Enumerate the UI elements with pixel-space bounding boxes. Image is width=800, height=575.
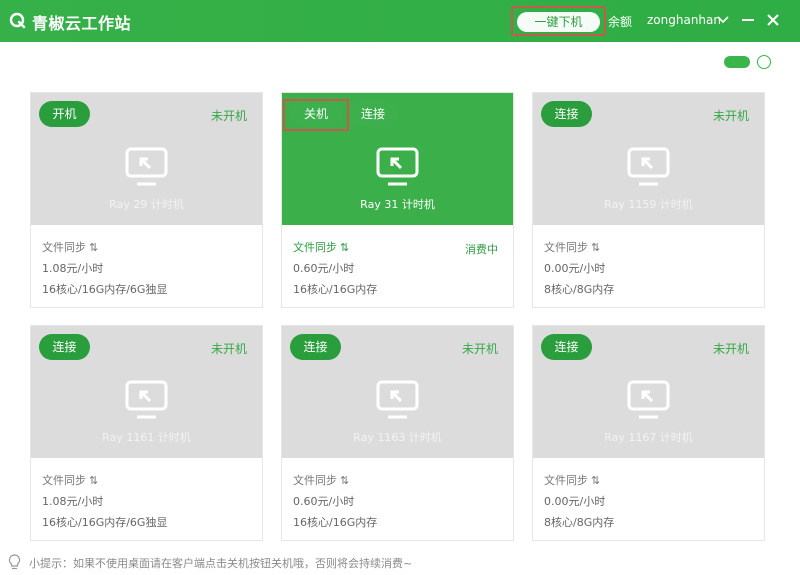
lightbulb-icon bbox=[8, 554, 21, 570]
minimize-icon[interactable] bbox=[740, 12, 756, 28]
machine-card: 连接 未开机 Ray 1161 计时机 文件同步 ⇅ 1.08元/小时 16核心/… bbox=[30, 325, 263, 541]
monitor-icon bbox=[125, 147, 168, 186]
card-info: 文件同步 ⇅ 0.00元/小时 8核心/8G内存 bbox=[544, 237, 755, 300]
connect-button[interactable]: 连接 bbox=[541, 101, 592, 127]
sync-arrows-icon: ⇅ bbox=[89, 474, 99, 487]
username-menu[interactable]: zonghanhan bbox=[647, 13, 721, 27]
connect-button[interactable]: 连接 bbox=[290, 334, 341, 360]
machine-card: 连接 未开机 Ray 1159 计时机 文件同步 ⇅ 0.00元/小时 8核心/8… bbox=[532, 92, 765, 308]
spec-text: 8核心/8G内存 bbox=[544, 516, 615, 529]
file-sync-row[interactable]: 文件同步 ⇅ bbox=[42, 470, 253, 491]
highlight-frame bbox=[283, 99, 349, 131]
connect-button[interactable]: 连接 bbox=[541, 334, 592, 360]
price-text: 0.00元/小时 bbox=[544, 262, 606, 275]
price-text: 1.08元/小时 bbox=[42, 262, 104, 275]
spec-text: 16核心/16G内存/6G独显 bbox=[42, 516, 168, 529]
sync-arrows-icon: ⇅ bbox=[340, 474, 350, 487]
balance-link[interactable]: 余额 bbox=[608, 13, 632, 30]
file-sync-row[interactable]: 文件同步 ⇅ bbox=[544, 237, 755, 258]
oneclick-highlight: 一键下机 bbox=[511, 6, 606, 36]
sync-arrows-icon: ⇅ bbox=[89, 241, 99, 254]
card-preview: 连接 未开机 Ray 1161 计时机 bbox=[31, 326, 262, 458]
monitor-icon bbox=[376, 380, 419, 419]
price-text: 0.60元/小时 bbox=[293, 262, 355, 275]
machine-name: Ray 1163 计时机 bbox=[353, 431, 442, 444]
card-preview: 开机 未开机 Ray 29 计时机 bbox=[31, 93, 262, 225]
view-toggle[interactable] bbox=[724, 56, 750, 68]
monitor-icon bbox=[627, 147, 670, 186]
sync-arrows-icon: ⇅ bbox=[340, 241, 350, 254]
card-info: 文件同步 ⇅ 0.60元/小时 16核心/16G内存 bbox=[293, 470, 504, 533]
card-info: 文件同步 ⇅ 0.00元/小时 8核心/8G内存 bbox=[544, 470, 755, 533]
machine-name: Ray 1167 计时机 bbox=[604, 431, 693, 444]
spec-text: 16核心/16G内存 bbox=[293, 283, 378, 296]
machine-name: Ray 31 计时机 bbox=[360, 198, 435, 211]
logo-icon bbox=[9, 12, 26, 29]
power-on-button[interactable]: 开机 bbox=[39, 101, 90, 127]
footer-hint: 小提示：如果不使用桌面请在客户端点击关机按钮关机哦，否则将会持续消费~ bbox=[29, 557, 413, 570]
machine-card: 连接 未开机 Ray 1163 计时机 文件同步 ⇅ 0.60元/小时 16核心/… bbox=[281, 325, 514, 541]
monitor-icon bbox=[627, 380, 670, 419]
machine-card: 开机 未开机 Ray 29 计时机 文件同步 ⇅ 1.08元/小时 16核心/16… bbox=[30, 92, 263, 308]
price-text: 1.08元/小时 bbox=[42, 495, 104, 508]
machine-name: Ray 29 计时机 bbox=[109, 198, 184, 211]
file-sync-row[interactable]: 文件同步 ⇅ bbox=[544, 470, 755, 491]
status-text: 未开机 bbox=[461, 342, 498, 356]
sync-arrows-icon: ⇅ bbox=[591, 474, 601, 487]
title-bar: 青椒云工作站 一键下机 余额 zonghanhan bbox=[0, 0, 800, 42]
machine-card: 连接 未开机 Ray 1167 计时机 文件同步 ⇅ 0.00元/小时 8核心/8… bbox=[532, 325, 765, 541]
card-preview: 连接 未开机 Ray 1167 计时机 bbox=[533, 326, 764, 458]
card-info: 文件同步 ⇅ 1.08元/小时 16核心/16G内存/6G独显 bbox=[42, 470, 253, 533]
monitor-icon bbox=[376, 147, 419, 186]
view-radio[interactable] bbox=[757, 55, 771, 69]
file-sync-row[interactable]: 文件同步 ⇅ bbox=[293, 470, 504, 491]
card-preview: 连接 未开机 Ray 1163 计时机 bbox=[282, 326, 513, 458]
oneclick-shutdown-button[interactable]: 一键下机 bbox=[517, 12, 600, 32]
spec-text: 16核心/16G内存 bbox=[293, 516, 378, 529]
machine-name: Ray 1161 计时机 bbox=[102, 431, 191, 444]
connect-button[interactable]: 连接 bbox=[39, 334, 90, 360]
consuming-status: 消费中 bbox=[465, 243, 498, 256]
file-sync-row[interactable]: 文件同步 ⇅ bbox=[42, 237, 253, 258]
connect-button[interactable]: 连接 bbox=[348, 101, 398, 127]
price-text: 0.00元/小时 bbox=[544, 495, 606, 508]
spec-text: 16核心/16G内存/6G独显 bbox=[42, 283, 168, 296]
machine-name: Ray 1159 计时机 bbox=[604, 198, 693, 211]
price-text: 0.60元/小时 bbox=[293, 495, 355, 508]
sync-arrows-icon: ⇅ bbox=[591, 241, 601, 254]
status-text: 未开机 bbox=[210, 342, 247, 356]
status-text: 未开机 bbox=[712, 109, 749, 123]
app-title: 青椒云工作站 bbox=[32, 14, 132, 33]
card-info: 文件同步 ⇅ 1.08元/小时 16核心/16G内存/6G独显 bbox=[42, 237, 253, 300]
status-text: 未开机 bbox=[210, 109, 247, 123]
monitor-icon bbox=[125, 380, 168, 419]
close-icon[interactable] bbox=[765, 12, 781, 28]
status-text: 未开机 bbox=[712, 342, 749, 356]
chevron-down-icon[interactable] bbox=[715, 12, 731, 28]
card-preview: 连接 未开机 Ray 1159 计时机 bbox=[533, 93, 764, 225]
spec-text: 8核心/8G内存 bbox=[544, 283, 615, 296]
